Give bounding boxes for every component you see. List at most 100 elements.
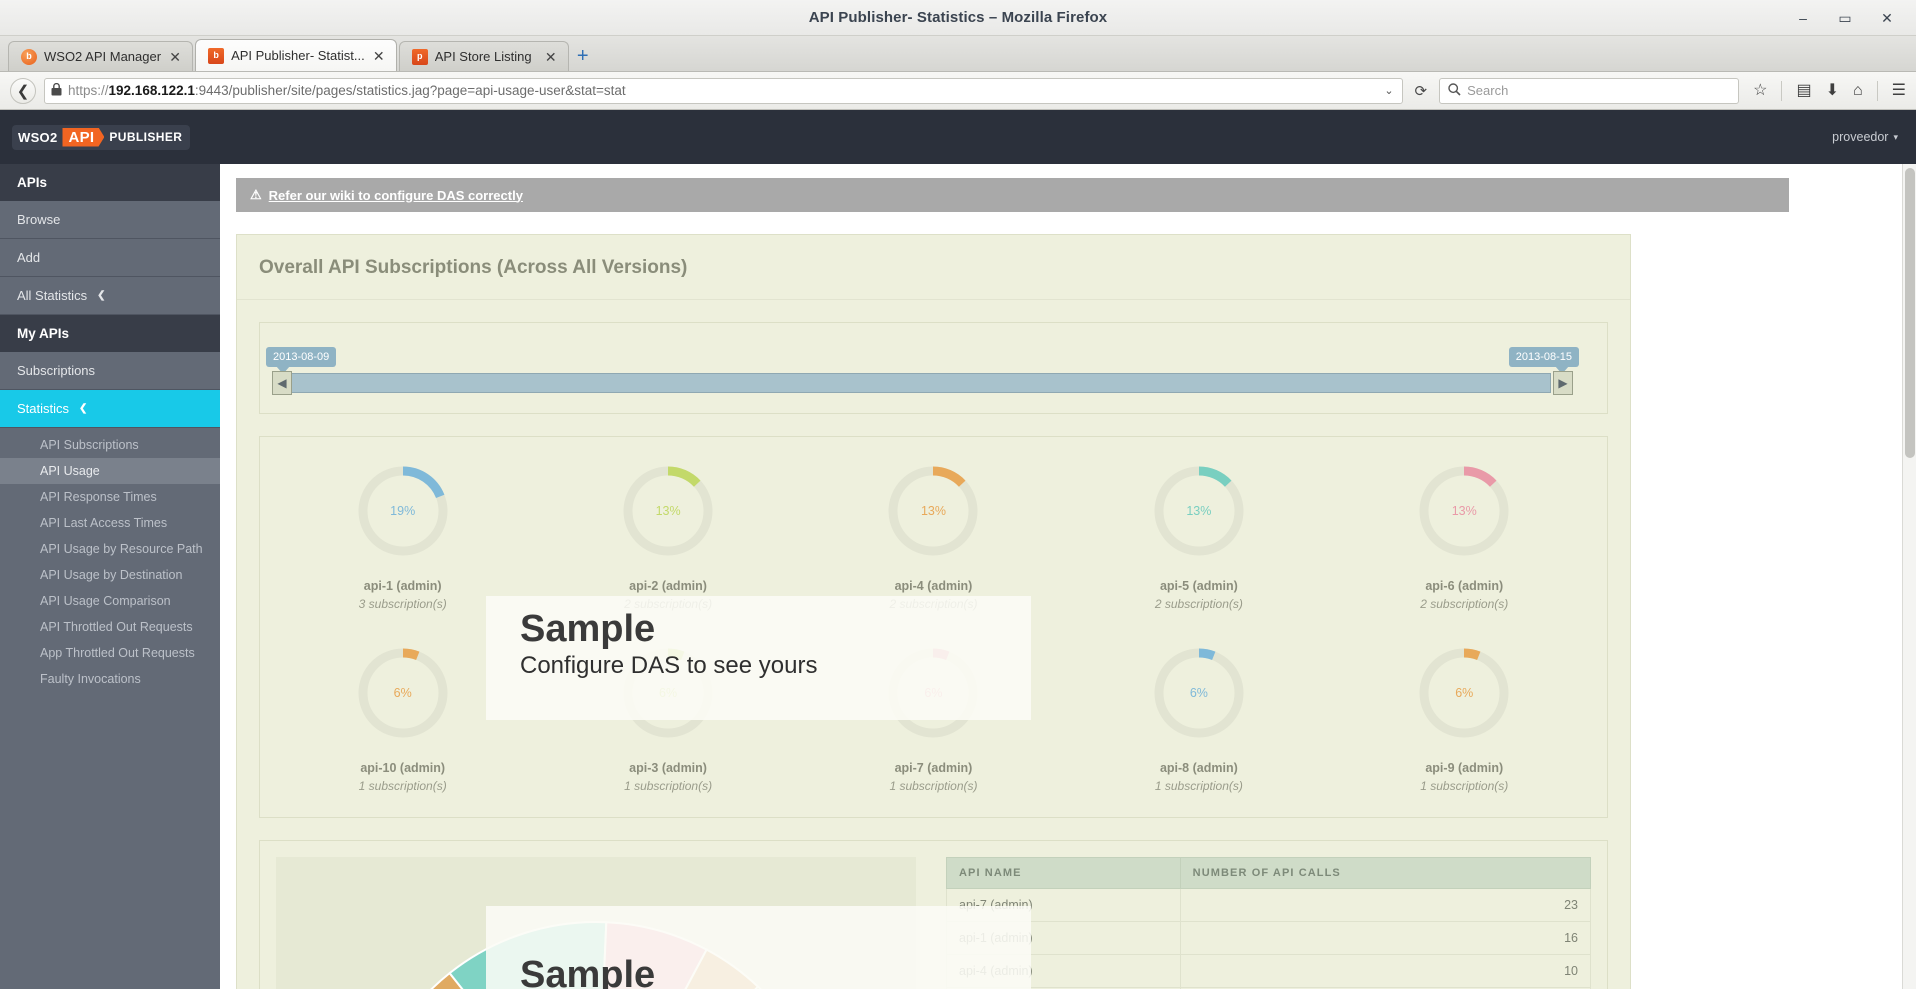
- sidebar-item-api-usage[interactable]: API Usage: [0, 458, 220, 484]
- sidebar-item-app-throttled-out-requests[interactable]: App Throttled Out Requests: [0, 640, 220, 666]
- sidebar-item-api-usage-by-destination[interactable]: API Usage by Destination: [0, 562, 220, 588]
- pie-svg: 14.3%11.4%7.1%4.3%2.9%1.4%1.4%1.4%: [430, 921, 762, 989]
- app-header: WSO2 API PUBLISHER proveedor ▾: [0, 110, 1916, 164]
- donut-chart: 6%: [620, 645, 716, 741]
- donut-subscriptions: 1 subscription(s): [1420, 779, 1509, 793]
- search-placeholder: Search: [1467, 83, 1509, 98]
- sidebar-item-faulty-invocations[interactable]: Faulty Invocations: [0, 666, 220, 692]
- minimize-icon[interactable]: –: [1792, 7, 1814, 29]
- donut-percent: 19%: [390, 504, 416, 518]
- home-icon[interactable]: ⌂: [1853, 82, 1863, 99]
- chevron-down-icon: ❮: [97, 290, 106, 301]
- scrollbar-thumb[interactable]: [1905, 168, 1915, 458]
- url-bar[interactable]: https://192.168.122.1:9443/publisher/sit…: [44, 77, 1403, 104]
- subscriptions-panel: Overall API Subscriptions (Across All Ve…: [236, 234, 1631, 989]
- tab-close-icon[interactable]: ✕: [372, 49, 386, 63]
- logo-wso2-text: WSO2: [18, 129, 58, 145]
- donut-api-name: api-3 (admin): [629, 761, 707, 775]
- donut-percent: 6%: [1189, 686, 1208, 700]
- wso2-favicon-icon: b: [208, 47, 225, 64]
- slider-handle-left[interactable]: ◀: [272, 371, 292, 395]
- donut-percent: 6%: [659, 686, 678, 700]
- browser-tab-1[interactable]: b API Publisher- Statist... ✕: [195, 39, 397, 71]
- donut-api-name: api-6 (admin): [1425, 579, 1504, 593]
- sidebar-item-label: Browse: [17, 212, 61, 227]
- close-icon[interactable]: ✕: [1876, 7, 1898, 29]
- menu-icon[interactable]: ☰: [1892, 82, 1906, 99]
- date-range-slider[interactable]: 2013-08-09 2013-08-15 ◀ ▶: [259, 322, 1608, 414]
- sidebar-item-add[interactable]: Add: [0, 239, 220, 277]
- sidebar-item-api-throttled-out-requests[interactable]: API Throttled Out Requests: [0, 614, 220, 640]
- sidebar-item-statistics[interactable]: Statistics ❮: [0, 390, 220, 428]
- page-title: Overall API Subscriptions (Across All Ve…: [237, 235, 1630, 300]
- table-row[interactable]: api-4 (admin) 10: [946, 954, 1592, 988]
- new-tab-button[interactable]: +: [571, 41, 595, 71]
- user-menu[interactable]: proveedor ▾: [1832, 130, 1898, 144]
- donut-api-name: api-8 (admin): [1159, 761, 1238, 775]
- donut-row-2: 6% api-10 (admin) 1 subscription(s) 6% a…: [270, 645, 1597, 793]
- tab-close-icon[interactable]: ✕: [168, 50, 182, 64]
- divider: [1876, 80, 1878, 101]
- donut-subscriptions: 2 subscription(s): [889, 597, 978, 611]
- donut-cell: 13% api-4 (admin) 2 subscription(s): [837, 463, 1029, 611]
- sidebar-item-api-subscriptions[interactable]: API Subscriptions: [0, 432, 220, 458]
- back-icon[interactable]: ❮: [10, 77, 36, 104]
- sidebar-item-subscriptions[interactable]: Subscriptions: [0, 352, 220, 390]
- divider: [1781, 80, 1783, 101]
- column-header-number-of-api-calls: NUMBER OF API CALLS: [1179, 857, 1592, 889]
- donut-percent: 6%: [393, 686, 412, 700]
- sidebar-item-all-statistics[interactable]: All Statistics ❮: [0, 277, 220, 315]
- bookmark-star-icon[interactable]: ☆: [1753, 82, 1767, 99]
- donut-chart: 13%: [1151, 463, 1247, 559]
- slider-handle-right[interactable]: ▶: [1553, 371, 1573, 395]
- sidebar-item-api-usage-by-resource-path[interactable]: API Usage by Resource Path: [0, 536, 220, 562]
- wso2-api-publisher-logo[interactable]: WSO2 API PUBLISHER: [12, 124, 191, 150]
- tab-close-icon[interactable]: ✕: [544, 50, 558, 64]
- slider-track[interactable]: [286, 373, 1551, 393]
- sidebar-item-api-last-access-times[interactable]: API Last Access Times: [0, 510, 220, 536]
- sidebar-item-api-response-times[interactable]: API Response Times: [0, 484, 220, 510]
- wso2-favicon-icon: p: [411, 48, 428, 65]
- reload-icon[interactable]: ⟳: [1411, 82, 1432, 100]
- page-scrollbar[interactable]: [1902, 164, 1916, 989]
- donut-chart: 6%: [355, 645, 451, 741]
- start-date-bubble: 2013-08-09: [266, 347, 337, 374]
- wso2-favicon-icon: b: [21, 48, 37, 65]
- donut-api-name: api-5 (admin): [1159, 579, 1238, 593]
- donut-subscriptions: 2 subscription(s): [1420, 597, 1509, 611]
- donut-api-name: api-9 (admin): [1425, 761, 1504, 775]
- cell-api-calls: 23: [1179, 888, 1592, 922]
- donut-percent: 6%: [924, 686, 943, 700]
- donut-percent: 13%: [1186, 504, 1212, 518]
- window-titlebar: API Publisher- Statistics – Mozilla Fire…: [0, 0, 1916, 36]
- donut-cell: 6% api-7 (admin) 1 subscription(s): [837, 645, 1029, 793]
- donut-subscriptions: 1 subscription(s): [889, 779, 978, 793]
- donut-cell: 6% api-8 (admin) 1 subscription(s): [1103, 645, 1295, 793]
- chevron-down-icon[interactable]: ⌄: [1382, 84, 1395, 97]
- chevron-down-icon: ❮: [79, 403, 88, 414]
- donut-chart: 13%: [1416, 463, 1512, 559]
- donut-percent: 6%: [1455, 686, 1474, 700]
- sidebar: APIs Browse Add All Statistics ❮ My APIs…: [0, 164, 220, 989]
- downloads-icon[interactable]: ⬇: [1826, 82, 1839, 99]
- search-input[interactable]: Search: [1439, 77, 1740, 104]
- donut-subscriptions: 1 subscription(s): [624, 779, 713, 793]
- user-name: proveedor: [1832, 130, 1889, 144]
- sidebar-item-browse[interactable]: Browse: [0, 201, 220, 239]
- table-row[interactable]: api-7 (admin) 23: [946, 888, 1592, 922]
- cell-api-calls: 10: [1179, 954, 1592, 988]
- wiki-link[interactable]: Refer our wiki to configure DAS correctl…: [269, 188, 523, 203]
- donut-subscriptions: 3 subscription(s): [358, 597, 447, 611]
- browser-tab-0[interactable]: b WSO2 API Manager ✕: [8, 41, 194, 71]
- api-usage-pie-chart: 14.3%11.4%7.1%4.3%2.9%1.4%1.4%1.4%: [276, 857, 916, 989]
- maximize-icon[interactable]: ▭: [1834, 7, 1856, 29]
- donut-cell: 6% api-10 (admin) 1 subscription(s): [307, 645, 499, 793]
- cell-api-name: api-1 (admin): [946, 921, 1181, 955]
- browser-tab-2[interactable]: p API Store Listing ✕: [398, 41, 569, 71]
- sidebar-item-api-usage-comparison[interactable]: API Usage Comparison: [0, 588, 220, 614]
- donut-cell: 6% api-3 (admin) 1 subscription(s): [572, 645, 764, 793]
- library-icon[interactable]: ▤: [1796, 82, 1811, 99]
- search-icon: [1448, 82, 1461, 99]
- donut-cell: 13% api-2 (admin) 2 subscription(s): [572, 463, 764, 611]
- table-row[interactable]: api-1 (admin) 16: [946, 921, 1592, 955]
